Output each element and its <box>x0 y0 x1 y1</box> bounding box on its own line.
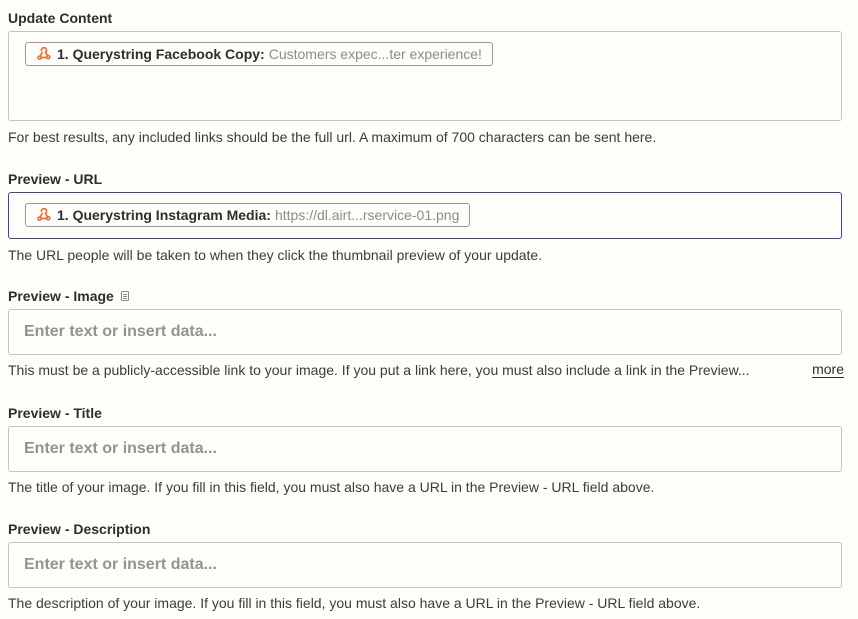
pill-value: https://dl.airt...rservice-01.png <box>274 207 460 223</box>
mapped-field-pill[interactable]: 1. Querystring Instagram Media: https://… <box>25 203 471 227</box>
field-preview-description: Preview - Description Enter text or inse… <box>8 520 842 611</box>
webhook-icon <box>37 46 51 61</box>
update-content-input[interactable]: 1. Querystring Facebook Copy: Customers … <box>8 31 842 121</box>
field-label-text: Preview - Image <box>8 288 114 304</box>
field-help-text: The title of your image. If you fill in … <box>8 479 655 495</box>
preview-url-input[interactable]: 1. Querystring Instagram Media: https://… <box>8 192 842 239</box>
field-help-text: The description of your image. If you fi… <box>8 595 701 611</box>
field-help-text: The URL people will be taken to when the… <box>8 247 543 263</box>
pill-value: Customers expec...ter experience! <box>268 46 482 62</box>
mapped-field-pill[interactable]: 1. Querystring Facebook Copy: Customers … <box>25 42 493 66</box>
action-form: Update Content 1. Querystring Facebook C… <box>0 0 858 619</box>
input-placeholder: Enter text or insert data... <box>24 440 217 457</box>
preview-description-input[interactable]: Enter text or insert data... <box>8 542 842 588</box>
more-link[interactable]: more <box>812 361 844 377</box>
field-label: Preview - Description <box>8 521 151 537</box>
field-label: Preview - URL <box>8 171 103 187</box>
webhook-icon <box>37 207 51 222</box>
field-label: Update Content <box>8 10 113 26</box>
preview-title-input[interactable]: Enter text or insert data... <box>8 426 842 472</box>
field-label: Preview - Title <box>8 405 102 421</box>
field-preview-url: Preview - URL 1. Querystring Instagram M… <box>8 170 842 263</box>
document-icon <box>120 291 129 301</box>
field-update-content: Update Content 1. Querystring Facebook C… <box>8 9 842 145</box>
pill-step-label: 1. Querystring Facebook Copy: <box>57 46 265 62</box>
input-placeholder: Enter text or insert data... <box>24 556 217 573</box>
field-label: Preview - Image <box>8 287 842 305</box>
field-help-text: For best results, any included links sho… <box>8 129 657 145</box>
field-preview-title: Preview - Title Enter text or insert dat… <box>8 404 842 495</box>
field-help-text: This must be a publicly-accessible link … <box>8 362 750 378</box>
input-placeholder: Enter text or insert data... <box>24 323 217 340</box>
pill-step-label: 1. Querystring Instagram Media: <box>57 207 271 223</box>
field-preview-image: Preview - Image Enter text or insert dat… <box>8 287 844 378</box>
preview-image-input[interactable]: Enter text or insert data... <box>8 309 842 355</box>
